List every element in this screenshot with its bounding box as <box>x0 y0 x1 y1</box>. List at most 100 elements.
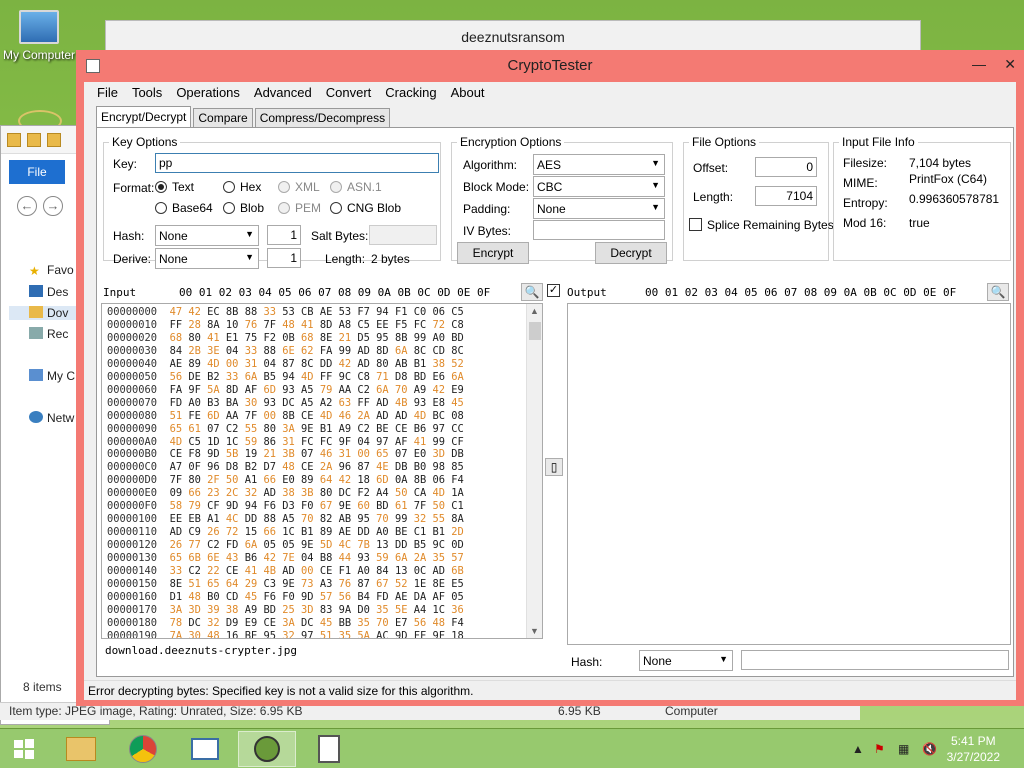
menu-advanced[interactable]: Advanced <box>247 82 319 104</box>
block-mode-select[interactable]: CBC ▼ <box>533 176 665 197</box>
desktop-my-computer-icon[interactable]: My Computer <box>2 10 76 62</box>
cryptotester-window[interactable]: CryptoTester — ✕ File Tools Operations A… <box>76 50 1024 706</box>
hex-byte: B5 <box>263 370 283 383</box>
menu-convert[interactable]: Convert <box>319 82 379 104</box>
output-checkbox[interactable]: ✓ <box>547 284 560 297</box>
close-button[interactable]: ✕ <box>1004 56 1016 73</box>
hex-byte: 8C <box>301 357 320 370</box>
taskbar-explorer[interactable] <box>52 731 110 767</box>
explorer-file-tab[interactable]: File <box>9 160 65 184</box>
hex-byte: 8D <box>319 318 339 331</box>
hex-byte: C2 <box>188 565 208 577</box>
transfer-button[interactable]: ▯ <box>545 458 563 476</box>
start-button[interactable] <box>0 731 48 767</box>
show-hidden-icons-icon[interactable]: ▲ <box>852 742 864 756</box>
key-hash-select[interactable]: None ▼ <box>155 225 259 246</box>
input-hex-view[interactable]: 00000000 47 42 EC 8B 88 33 53 CB AE 53 F… <box>101 303 543 639</box>
taskbar-cryptotester[interactable] <box>238 731 296 767</box>
menu-file[interactable]: File <box>90 82 125 104</box>
format-text-radio[interactable]: Text <box>155 180 194 194</box>
recent-places-icon <box>29 327 43 339</box>
menu-operations[interactable]: Operations <box>169 82 247 104</box>
hex-byte: E9 <box>244 616 264 629</box>
hex-byte: B1 <box>301 526 320 539</box>
hex-byte: 61 <box>394 500 414 513</box>
offset-input[interactable]: 0 <box>755 157 817 177</box>
output-hash-value[interactable] <box>741 650 1009 670</box>
hex-byte: 7F <box>244 409 264 422</box>
hex-byte: 93 <box>413 396 433 409</box>
hex-byte: 1C <box>432 603 452 616</box>
taskbar-chrome[interactable] <box>114 731 172 767</box>
splice-remaining-checkbox[interactable] <box>689 218 702 231</box>
hex-byte: 08 <box>451 409 464 422</box>
network-tray-icon[interactable]: ▦ <box>898 742 909 756</box>
folder-icon[interactable] <box>7 132 21 147</box>
hex-row: 00000100 EE EB A1 4C DD 88 A5 70 82 AB 9… <box>107 513 464 525</box>
nav-network[interactable]: Netw <box>29 411 74 425</box>
volume-muted-icon[interactable]: 🔇 <box>922 742 937 756</box>
new-folder-icon[interactable] <box>47 132 61 147</box>
format-hex-radio[interactable]: Hex <box>223 180 261 194</box>
input-label: Input <box>103 286 137 299</box>
nav-desktop[interactable]: Des <box>29 285 68 299</box>
taskbar-app[interactable] <box>176 731 234 767</box>
hex-byte: A9 <box>244 603 264 616</box>
hex-byte: 00 <box>301 565 320 577</box>
length-input[interactable]: 7104 <box>755 186 817 206</box>
format-blob-radio[interactable]: Blob <box>223 201 264 215</box>
format-base64-radio[interactable]: Base64 <box>155 201 213 215</box>
back-arrow-icon[interactable]: ← <box>17 196 37 216</box>
menu-tools[interactable]: Tools <box>125 82 169 104</box>
mod16-value: true <box>909 216 930 230</box>
action-center-flag-icon[interactable]: ⚑ <box>874 742 885 756</box>
tab-compare[interactable]: Compare <box>193 108 253 127</box>
hash-iterations-input[interactable]: 1 <box>267 225 301 245</box>
derive-iterations-input[interactable]: 1 <box>267 248 301 268</box>
taskbar-document[interactable] <box>300 731 358 767</box>
hex-byte: BA <box>225 396 245 409</box>
key-input[interactable]: pp <box>155 153 439 173</box>
derive-select[interactable]: None ▼ <box>155 248 259 269</box>
output-search-button[interactable]: 🔍 <box>987 283 1009 301</box>
iv-bytes-input[interactable] <box>533 220 665 240</box>
hex-address: 00000060 <box>107 383 170 396</box>
status-bar: Error decrypting bytes: Specified key is… <box>84 680 1016 700</box>
padding-select[interactable]: None ▼ <box>533 198 665 219</box>
hex-byte: 95 <box>357 513 377 526</box>
hex-byte: 16 <box>225 629 245 639</box>
scroll-up-icon[interactable]: ▲ <box>530 306 539 316</box>
hex-byte: 42 <box>338 474 358 487</box>
format-cng-blob-radio[interactable]: CNG Blob <box>330 201 401 215</box>
hex-byte: 8C <box>413 344 433 357</box>
algorithm-select[interactable]: AES ▼ <box>533 154 665 175</box>
decrypt-button[interactable]: Decrypt <box>595 242 667 264</box>
scroll-thumb[interactable] <box>529 322 541 340</box>
nav-favorites[interactable]: ★ Favo <box>29 263 74 278</box>
hex-byte: 06 <box>432 306 452 318</box>
hex-byte: AE <box>169 357 189 370</box>
minimize-button[interactable]: — <box>972 56 986 72</box>
hex-byte: 15 <box>244 526 264 539</box>
tab-encrypt-decrypt[interactable]: Encrypt/Decrypt <box>96 106 192 127</box>
menu-cracking[interactable]: Cracking <box>378 82 443 104</box>
downloads-folder-icon <box>29 306 43 318</box>
output-hash-select[interactable]: None ▼ <box>639 650 733 671</box>
input-search-button[interactable]: 🔍 <box>521 283 543 301</box>
properties-icon[interactable] <box>27 132 41 147</box>
hex-byte: C5 <box>451 306 464 318</box>
tab-compress-decompress[interactable]: Compress/Decompress <box>254 108 391 127</box>
clock[interactable]: 5:41 PM 3/27/2022 <box>947 733 1000 765</box>
nav-my-computer[interactable]: My C <box>29 369 75 383</box>
title-bar[interactable]: CryptoTester — ✕ <box>76 50 1024 82</box>
nav-recent[interactable]: Rec <box>29 327 68 341</box>
input-scrollbar[interactable]: ▲ ▼ <box>526 304 542 638</box>
hex-address: 00000040 <box>107 357 170 370</box>
menu-about[interactable]: About <box>444 82 492 104</box>
encrypt-button[interactable]: Encrypt <box>457 242 529 264</box>
output-hex-view[interactable] <box>567 303 1011 645</box>
scroll-down-icon[interactable]: ▼ <box>530 626 539 636</box>
hex-byte: 66 <box>263 474 283 487</box>
forward-arrow-icon[interactable]: → <box>43 196 63 216</box>
background-window-title[interactable]: deeznutsransom <box>105 20 921 52</box>
